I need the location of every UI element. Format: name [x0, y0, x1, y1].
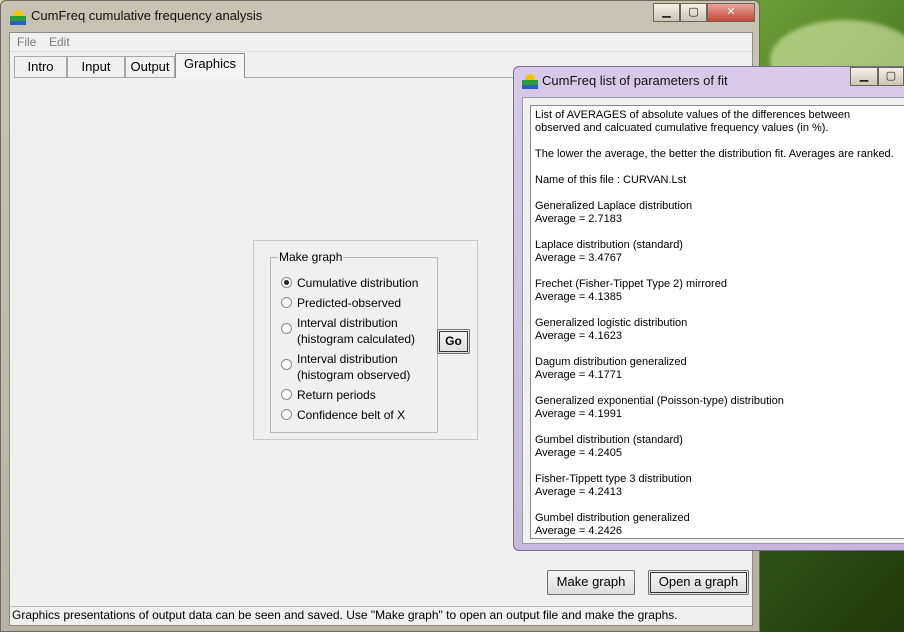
option-label: Interval distribution (histogram observe…	[297, 352, 411, 382]
minimize-icon: ▁	[859, 70, 869, 82]
tab-output[interactable]: Output	[125, 56, 175, 77]
option-label: Return periods	[297, 388, 376, 402]
cumfreq-app-icon	[10, 9, 26, 25]
fit-text-line: Generalized logistic distribution	[535, 317, 688, 329]
fit-text-line: Gumbel distribution (standard)	[535, 434, 683, 446]
make-graph-panel: Make graph Cumulative distribution Predi…	[253, 240, 478, 440]
fit-list-window: CumFreq list of parameters of fit ▁ ▢ Li…	[513, 66, 904, 551]
close-button[interactable]: ✕	[707, 3, 755, 22]
open-graph-button[interactable]: Open a graph	[648, 570, 749, 595]
status-bar: Graphics presentations of output data ca…	[10, 606, 752, 625]
fit-text-line: Average = 3.4767	[535, 252, 622, 264]
fit-text-line: Average = 4.2405	[535, 447, 622, 459]
radio-icon[interactable]	[281, 389, 292, 400]
menu-file[interactable]: File	[17, 35, 36, 49]
fit-text-line: The lower the average, the better the di…	[535, 148, 894, 160]
cumfreq-app-icon	[522, 73, 538, 89]
main-window-title: CumFreq cumulative frequency analysis	[31, 8, 263, 23]
fit-maximize-button[interactable]: ▢	[878, 67, 904, 86]
fit-client-area: List of AVERAGES of absolute values of t…	[522, 97, 904, 544]
make-graph-button[interactable]: Make graph	[547, 570, 635, 595]
fit-window-title: CumFreq list of parameters of fit	[542, 73, 728, 88]
fit-text-line: List of AVERAGES of absolute values of t…	[535, 109, 851, 121]
option-label: Interval distribution (histogram calcula…	[297, 316, 416, 346]
minimize-button[interactable]: ▁	[653, 3, 680, 22]
fit-text-line: Generalized Laplace distribution	[535, 200, 693, 212]
fit-titlebar[interactable]: CumFreq list of parameters of fit ▁ ▢	[514, 67, 904, 97]
radio-icon[interactable]	[281, 409, 292, 420]
minimize-icon: ▁	[662, 6, 671, 18]
maximize-button[interactable]: ▢	[680, 3, 707, 22]
option-label: Cumulative distribution	[297, 276, 419, 290]
fit-text-line: Average = 2.7183	[535, 213, 622, 225]
option-label: Confidence belt of X	[297, 408, 406, 422]
fit-text-line: observed and calcuated cumulative freque…	[535, 122, 829, 134]
fit-results-text[interactable]: List of AVERAGES of absolute values of t…	[530, 105, 904, 539]
fit-text-line: Average = 4.1771	[535, 369, 622, 381]
tab-intro[interactable]: Intro	[14, 56, 67, 77]
make-graph-legend: Make graph	[278, 250, 344, 264]
fit-text-line: Frechet (Fisher-Tippet Type 2) mirrored	[535, 278, 727, 290]
go-button[interactable]: Go	[437, 329, 470, 354]
radio-icon[interactable]	[281, 359, 292, 370]
main-titlebar[interactable]: CumFreq cumulative frequency analysis ▁ …	[1, 1, 759, 31]
close-icon: ✕	[726, 6, 736, 18]
fit-text-line: Average = 4.1623	[535, 330, 622, 342]
radio-icon[interactable]	[281, 323, 292, 334]
menu-bar: File Edit	[10, 33, 752, 52]
maximize-icon: ▢	[885, 70, 897, 82]
fit-text-line: Dagum distribution generalized	[535, 356, 687, 368]
radio-icon[interactable]	[281, 277, 292, 288]
fit-text-line: Gumbel distribution generalized	[535, 512, 690, 524]
fit-text-line: Fisher-Tippett type 3 distribution	[535, 473, 692, 485]
tab-graphics[interactable]: Graphics	[175, 53, 245, 78]
fit-text-line: Generalized exponential (Poisson-type) d…	[535, 395, 784, 407]
make-graph-groupbox: Make graph Cumulative distribution Predi…	[270, 250, 438, 433]
radio-icon[interactable]	[281, 297, 292, 308]
fit-text-line: Average = 4.2413	[535, 486, 622, 498]
fit-text-line: Average = 4.1385	[535, 291, 622, 303]
option-label: Predicted-observed	[297, 296, 402, 310]
maximize-icon: ▢	[688, 6, 699, 18]
fit-minimize-button[interactable]: ▁	[850, 67, 878, 86]
fit-text-line: Average = 4.1991	[535, 408, 622, 420]
fit-text-line: Average = 4.2426	[535, 525, 622, 537]
menu-edit[interactable]: Edit	[49, 35, 70, 49]
fit-text-line: Laplace distribution (standard)	[535, 239, 683, 251]
fit-text-line: Name of this file : CURVAN.Lst	[535, 174, 687, 186]
tab-input[interactable]: Input	[67, 56, 125, 77]
